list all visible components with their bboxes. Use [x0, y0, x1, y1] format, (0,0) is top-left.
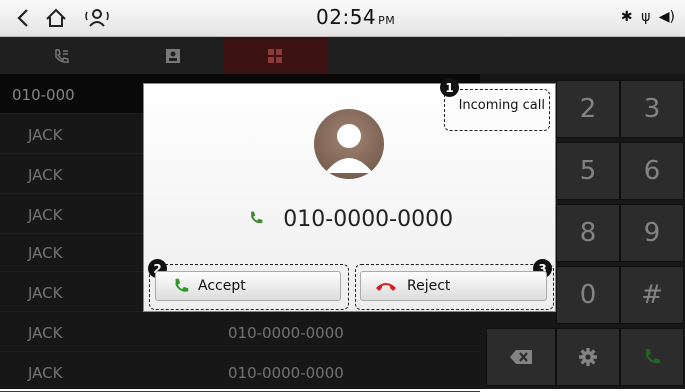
phone-icon: [175, 278, 189, 292]
clock: 02:54 PM: [316, 5, 396, 29]
incoming-call-icon: [248, 211, 269, 231]
reject-label: Reject: [407, 278, 451, 294]
callout-badge-1: 1: [440, 78, 459, 97]
hang-up-icon: [376, 283, 396, 291]
chevron-left-icon[interactable]: [14, 6, 32, 35]
status-bar: 02:54 PM ✱ ψ ◀): [0, 0, 685, 37]
voice-recognition-icon[interactable]: [84, 6, 110, 35]
popup-title: Incoming call: [458, 98, 545, 113]
usb-icon: ψ: [641, 9, 651, 25]
accept-label: Accept: [198, 278, 246, 294]
reject-button[interactable]: Reject: [360, 271, 547, 301]
bluetooth-icon: ✱: [620, 9, 633, 25]
caller-number: 010-0000-0000: [283, 207, 454, 232]
avatar: [314, 109, 384, 179]
volume-icon: ◀): [658, 9, 675, 25]
caller-row: 010-0000-0000: [144, 207, 557, 232]
incoming-call-popup: 1 Incoming call 010-0000-0000 2 Accept 3…: [143, 78, 557, 312]
home-icon[interactable]: [44, 6, 68, 35]
status-icons: ✱ ψ ◀): [621, 9, 675, 25]
accept-button[interactable]: Accept: [155, 271, 341, 301]
